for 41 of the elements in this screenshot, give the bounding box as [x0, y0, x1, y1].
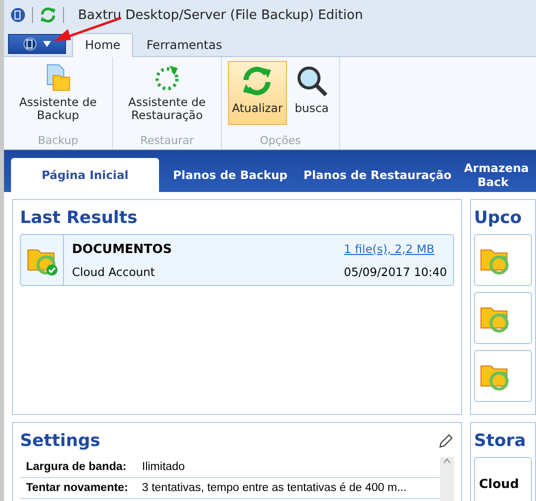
plan-name: DOCUMENTOS	[72, 241, 173, 256]
main-tab[interactable]: Página Inicial	[11, 158, 159, 192]
main-tab[interactable]: Planos de Restauração	[290, 158, 450, 192]
ribbon-button[interactable]: busca	[290, 61, 333, 125]
setting-value: Ilimitado	[142, 461, 186, 473]
app-logo-icon	[10, 7, 26, 23]
upcoming-card[interactable]	[474, 350, 532, 402]
caret-icon	[43, 41, 51, 47]
account-name: Cloud Account	[72, 264, 156, 279]
group-label: Opções	[260, 134, 301, 147]
ribbon-button[interactable]: Assistente de Restauração	[119, 61, 215, 125]
panel-title: Settings	[20, 431, 100, 451]
size-link[interactable]: 1 file(s), 2,2 MB	[344, 242, 447, 256]
setting-label: Largura de banda:	[25, 461, 128, 473]
panel-title: Upco	[474, 208, 523, 228]
pencil-icon[interactable]	[438, 433, 454, 449]
ribbon-tab[interactable]: Ferramentas	[133, 33, 236, 57]
scroll-up-icon[interactable]	[443, 457, 451, 465]
panel-title: Stora	[474, 431, 527, 451]
search-icon	[294, 64, 329, 98]
main-tab[interactable]: Planos de Backup	[159, 158, 290, 192]
group-label: Restaurar	[140, 134, 194, 147]
setting-value: 3 tentativas, tempo entre as tentativas é de 400 m...	[142, 482, 408, 494]
upcoming-card[interactable]	[474, 292, 532, 344]
scrollbar[interactable]	[440, 457, 454, 501]
refresh-icon[interactable]	[39, 6, 57, 24]
ribbon-button[interactable]: Atualizar	[228, 61, 287, 125]
upcoming-card[interactable]	[474, 234, 532, 286]
main-tab[interactable]: Armazena Back	[450, 158, 536, 192]
group-label: Backup	[38, 134, 78, 147]
ribbon-tab[interactable]: Home	[72, 33, 134, 57]
application-menu-button[interactable]	[8, 34, 66, 54]
app-logo-icon	[23, 37, 37, 51]
window-title: Baxtru Desktop/Server (File Backup) Edition	[78, 8, 363, 22]
ribbon-button[interactable]: Assistente de Backup	[10, 61, 106, 125]
storage-name: Cloud	[479, 476, 519, 490]
setting-label: Tentar novamente:	[25, 482, 130, 494]
result-card[interactable]: DOCUMENTOS 1 file(s), 2,2 MB Cloud Account 05/09/2017 10:40	[20, 234, 454, 286]
panel-title: Last Results	[20, 208, 138, 228]
storage-card[interactable]: Cloud	[474, 457, 532, 501]
result-date: 05/09/2017 10:40	[344, 264, 447, 279]
